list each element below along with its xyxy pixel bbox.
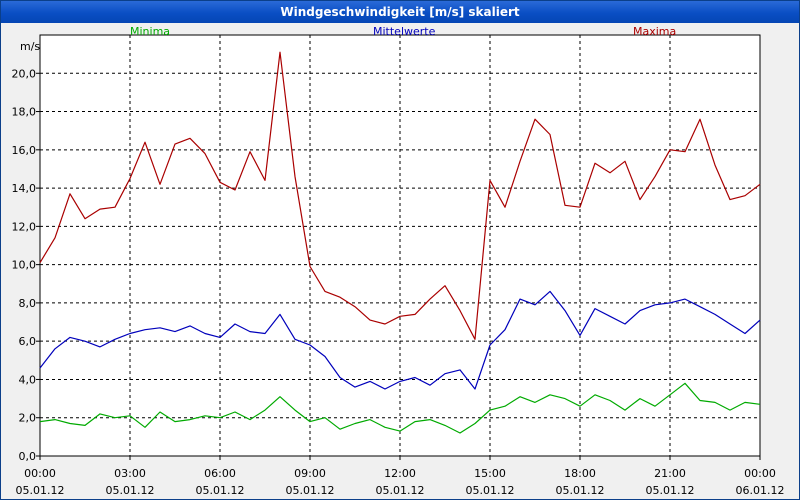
legend-mittelwerte: Mittelwerte [373, 25, 436, 38]
x-tick-time: 18:00 [564, 467, 596, 480]
x-tick-time: 15:00 [474, 467, 506, 480]
y-tick-label: 8,0 [19, 297, 37, 310]
x-tick-date: 05.01.12 [466, 484, 515, 497]
x-tick-date: 05.01.12 [646, 484, 695, 497]
x-tick-time: 03:00 [114, 467, 146, 480]
y-tick-label: 6,0 [19, 335, 37, 348]
legend-maxima: Maxima [633, 25, 676, 38]
y-tick-label: 16,0 [12, 144, 37, 157]
x-tick-time: 06:00 [204, 467, 236, 480]
x-tick-date: 05.01.12 [196, 484, 245, 497]
x-tick-date: 05.01.12 [556, 484, 605, 497]
y-tick-label: 14,0 [12, 182, 37, 195]
x-tick-date: 06.01.12 [736, 484, 785, 497]
y-tick-label: 12,0 [12, 220, 37, 233]
x-tick-time: 12:00 [384, 467, 416, 480]
y-axis: 0,0 2,0 4,0 6,0 8,0 10,0 12,0 14,0 16,0 18,0 20,0 [12, 67, 40, 463]
x-axis: 00:00 05.01.12 03:00 05.01.12 06:00 05.01.12 0… [16, 456, 785, 497]
y-tick-label: 20,0 [12, 67, 37, 80]
x-tick-date: 05.01.12 [376, 484, 425, 497]
y-tick-label: 10,0 [12, 259, 37, 272]
y-tick-label: 0,0 [19, 450, 37, 463]
x-tick-date: 05.01.12 [286, 484, 335, 497]
x-tick-time: 21:00 [654, 467, 686, 480]
x-tick-time: 00:00 [24, 467, 56, 480]
y-axis-label: m/s [20, 40, 40, 53]
y-tick-label: 4,0 [19, 373, 37, 386]
x-tick-time: 09:00 [294, 467, 326, 480]
wind-speed-chart: 0,02,04,06,08,010,012,014,016,018,020,0 … [12, 25, 785, 497]
y-tick-label: 2,0 [19, 412, 37, 425]
x-tick-time: 00:00 [744, 467, 776, 480]
y-tick-label: 18,0 [12, 106, 37, 119]
x-tick-date: 05.01.12 [16, 484, 65, 497]
x-tick-date: 05.01.12 [106, 484, 155, 497]
legend-minima: Minima [130, 25, 170, 38]
